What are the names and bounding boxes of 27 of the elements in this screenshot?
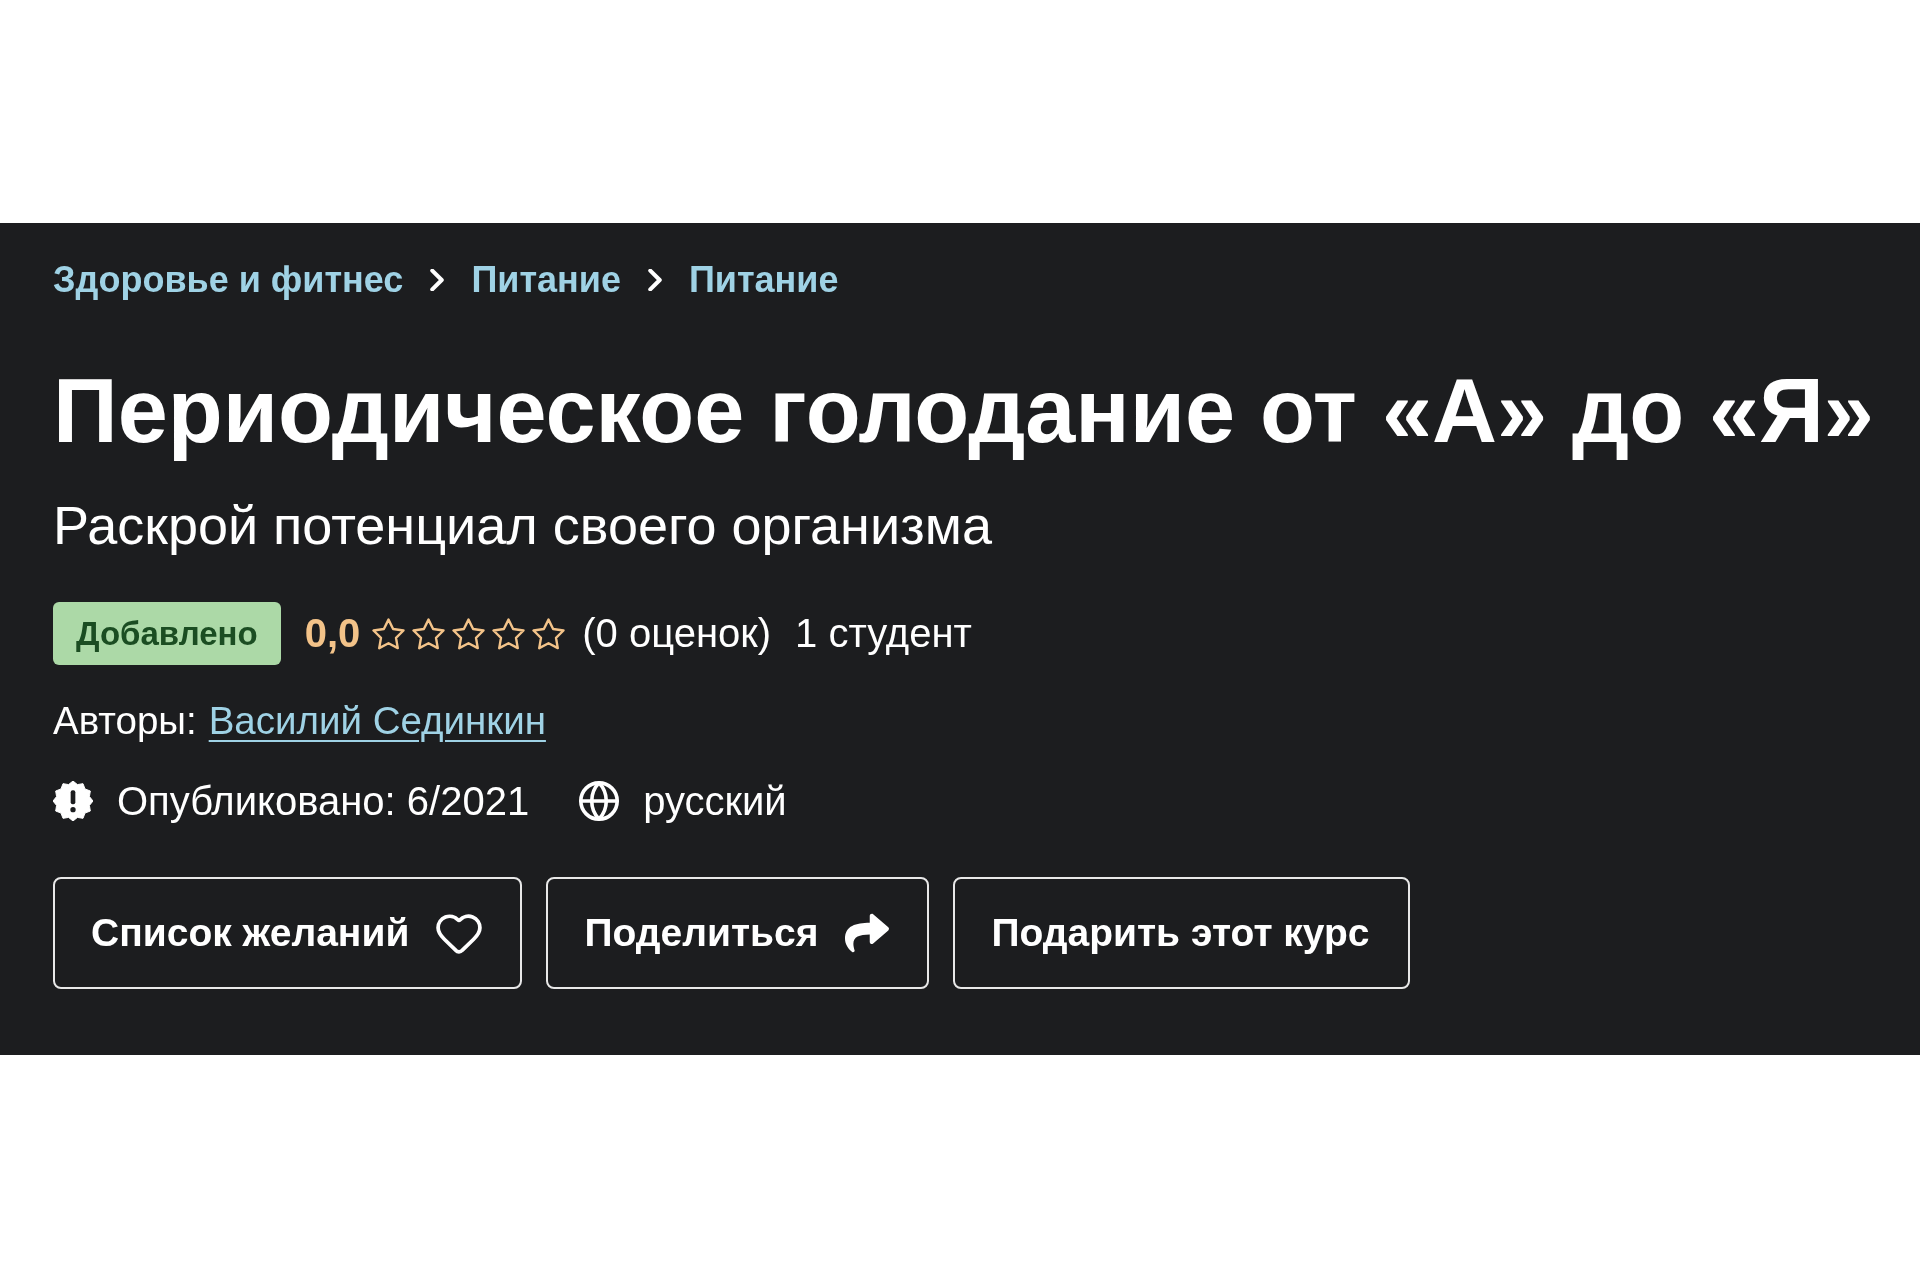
star-icon bbox=[492, 617, 526, 650]
published-date: Опубликовано: 6/2021 bbox=[117, 778, 530, 824]
star-icon bbox=[372, 617, 406, 650]
share-arrow-icon bbox=[845, 913, 890, 953]
author-link[interactable]: Василий Сединкин bbox=[208, 699, 546, 743]
students-count: 1 студент bbox=[795, 611, 972, 656]
chevron-right-icon bbox=[647, 269, 662, 291]
gift-button[interactable]: Подарить этот курс bbox=[953, 877, 1410, 989]
course-subtitle: Раскрой потенциал своего организма bbox=[53, 494, 993, 556]
heart-icon bbox=[436, 912, 483, 954]
wishlist-button[interactable]: Список желаний bbox=[53, 877, 523, 989]
breadcrumb-link[interactable]: Питание bbox=[688, 259, 839, 301]
star-icon bbox=[532, 617, 566, 650]
breadcrumb-link[interactable]: Питание bbox=[471, 259, 621, 301]
rating-value: 0,0 bbox=[304, 611, 361, 656]
globe-icon bbox=[579, 781, 620, 821]
status-badge: Добавлено bbox=[53, 602, 281, 665]
share-button[interactable]: Поделиться bbox=[546, 877, 930, 989]
star-icon bbox=[452, 617, 486, 650]
breadcrumb-link[interactable]: Здоровье и фитнес bbox=[53, 259, 404, 301]
language-text: русский bbox=[643, 778, 787, 824]
chevron-right-icon bbox=[430, 269, 445, 291]
course-title: Периодическое голодание от «А» до «Я» bbox=[53, 360, 1875, 463]
ratings-count: (0 оценок) bbox=[582, 611, 772, 656]
star-icon bbox=[412, 617, 446, 650]
seal-exclamation-icon bbox=[53, 781, 93, 821]
authors-label: Авторы: bbox=[53, 699, 197, 743]
